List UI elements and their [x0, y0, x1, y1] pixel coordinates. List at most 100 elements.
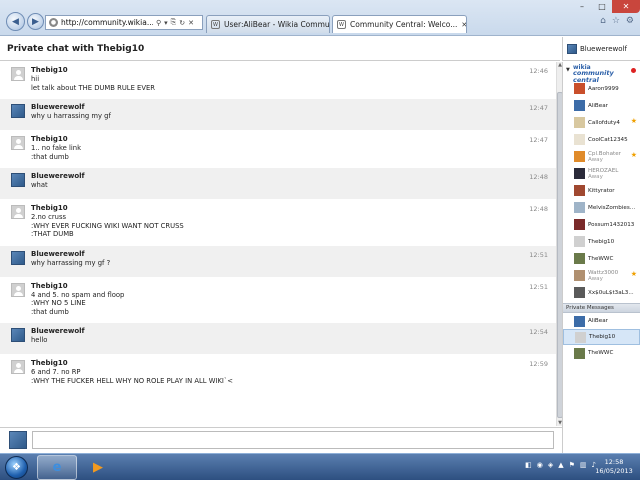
- message-list[interactable]: Thebig10 hii let talk about THE DUMB RULE …: [0, 62, 556, 426]
- message-author[interactable]: Bluewerewolf: [31, 326, 526, 336]
- chat-header: Private chat with Thebig10: [0, 37, 560, 61]
- maximize-button[interactable]: □: [592, 0, 612, 13]
- user-name: Aaron9999: [588, 86, 636, 92]
- chat-message-input[interactable]: [32, 431, 554, 449]
- avatar[interactable]: [11, 328, 25, 342]
- message-timestamp: 12:51: [529, 250, 548, 259]
- tab-favicon-icon: W: [337, 20, 346, 29]
- home-icon[interactable]: ⌂: [600, 16, 606, 26]
- tray-app-icon[interactable]: ◧: [525, 461, 532, 469]
- avatar[interactable]: [11, 250, 25, 265]
- message-author[interactable]: Thebig10: [31, 65, 526, 75]
- user-list-item[interactable]: MelvisZombies...: [563, 199, 640, 216]
- avatar: [574, 253, 585, 264]
- avatar[interactable]: [11, 67, 25, 81]
- avatar: [574, 151, 585, 162]
- user-list-item[interactable]: Xx$0uL$t3aL3...: [563, 284, 640, 301]
- user-name-text: Callofduty4: [588, 119, 620, 126]
- tab-community-central[interactable]: W Community Central: Welco... ✕: [332, 15, 467, 33]
- message-author[interactable]: Thebig10: [31, 203, 526, 213]
- private-message-item[interactable]: Thebig10: [563, 329, 640, 345]
- gear-icon[interactable]: ⚙: [626, 16, 634, 26]
- close-window-button[interactable]: ✕: [612, 0, 640, 13]
- avatar[interactable]: [11, 173, 25, 187]
- avatar[interactable]: [11, 205, 25, 219]
- dropdown-icon[interactable]: ▾: [164, 19, 168, 27]
- tab-title: Community Central: Welco...: [350, 20, 458, 29]
- user-name: CoolCat12345: [588, 137, 636, 143]
- user-name-text: HEROZAEL: [588, 167, 619, 174]
- avatar[interactable]: [11, 136, 25, 150]
- message-author[interactable]: Bluewerewolf: [31, 249, 526, 259]
- message-author[interactable]: Bluewerewolf: [31, 102, 526, 112]
- compatibility-icon[interactable]: ⎘: [171, 18, 177, 27]
- user-list-item[interactable]: Callofduty4 ★: [563, 114, 640, 131]
- private-message-item[interactable]: TheWWC: [563, 345, 640, 361]
- user-list-item[interactable]: Possum1432013: [563, 216, 640, 233]
- collapse-arrow-icon[interactable]: ▼: [566, 67, 570, 73]
- message-text: why u harrassing my gf: [31, 112, 111, 120]
- user-name: Thebig10: [588, 239, 636, 245]
- user-list-item[interactable]: AliBear: [563, 97, 640, 114]
- message-text: let talk about THE DUMB RULE EVER: [31, 83, 155, 92]
- user-name-text: Cpl.Bohater: [588, 150, 621, 157]
- user-list-item[interactable]: Cpl.Bohater Away ★: [563, 148, 640, 165]
- message-text: :that dumb: [31, 307, 69, 316]
- message-author[interactable]: Thebig10: [31, 281, 526, 291]
- search-icon[interactable]: ⚲: [156, 19, 161, 27]
- user-list-item[interactable]: Aaron9999: [563, 80, 640, 97]
- action-center-flag-icon[interactable]: ⚑: [569, 461, 575, 469]
- internet-explorer-taskbar-button[interactable]: e: [37, 455, 77, 480]
- user-list-item[interactable]: Kittyrator: [563, 182, 640, 199]
- taskbar-clock[interactable]: 12:58 16/05/2013: [594, 458, 634, 476]
- minimize-button[interactable]: –: [572, 0, 592, 13]
- avatar: [574, 315, 585, 327]
- message-author[interactable]: Bluewerewolf: [31, 171, 526, 181]
- tray-app-icon[interactable]: ◉: [537, 461, 543, 469]
- url-text: http://community.wikia....: [61, 18, 153, 27]
- user-list-item[interactable]: HEROZAEL Away: [563, 165, 640, 182]
- network-icon[interactable]: ▥: [580, 461, 587, 469]
- address-bar[interactable]: ● http://community.wikia.... ⚲ ▾ ⎘ ↻ ✕: [45, 15, 203, 30]
- show-hidden-icons-icon[interactable]: ▲: [558, 461, 563, 469]
- message-author[interactable]: Thebig10: [31, 134, 526, 144]
- user-list-item[interactable]: TheWWC: [563, 250, 640, 267]
- avatar: [574, 202, 585, 213]
- user-list-item[interactable]: CoolCat12345: [563, 131, 640, 148]
- notification-dot-icon: [631, 68, 636, 73]
- stop-icon[interactable]: ✕: [188, 19, 194, 27]
- forward-button[interactable]: ▶: [27, 13, 44, 30]
- tab-user-alibear[interactable]: W User:AliBear - Wikia Communi...: [206, 15, 330, 33]
- message-timestamp: 12:48: [529, 173, 548, 181]
- user-list-item[interactable]: Thebig10: [563, 233, 640, 250]
- media-player-taskbar-button[interactable]: ▶: [78, 455, 118, 480]
- start-button[interactable]: ❖: [5, 456, 28, 479]
- user-name: AliBear: [588, 103, 636, 109]
- current-user-header[interactable]: Bluewerewolf: [562, 37, 640, 61]
- user-name-text: Kittyrator: [588, 187, 615, 194]
- refresh-icon[interactable]: ↻: [179, 19, 185, 27]
- back-button[interactable]: ◀: [6, 12, 25, 31]
- message-timestamp: 12:51: [529, 282, 548, 291]
- message-text: 1.. no fake link: [31, 144, 82, 152]
- message-author[interactable]: Thebig10: [31, 358, 526, 368]
- favorites-star-icon[interactable]: ☆: [612, 16, 620, 26]
- community-central-logo[interactable]: ▼ wikia community central: [563, 62, 640, 84]
- tray-app-icon[interactable]: ◈: [548, 461, 553, 469]
- avatar[interactable]: [11, 282, 25, 297]
- tab-close-icon[interactable]: ✕: [461, 21, 466, 29]
- user-name-text: Possum1432013: [588, 221, 635, 228]
- avatar[interactable]: [11, 104, 25, 118]
- avatar[interactable]: [11, 360, 25, 374]
- user-name-text: Aaron9999: [588, 85, 619, 92]
- private-message-list: AliBear Thebig10 TheWWC: [563, 313, 640, 361]
- current-user-name: Bluewerewolf: [580, 44, 627, 53]
- tab-title: User:AliBear - Wikia Communi...: [224, 20, 330, 29]
- message-text: :WHY EVER FUCKING WIKI WANT NOT CRUSS: [31, 221, 184, 230]
- chat-message: Thebig10 hii let talk about THE DUMB RULE …: [0, 62, 556, 99]
- chat-message: Thebig10 2.no cruss:WHY EVER FUCKING WIKI…: [0, 200, 556, 246]
- private-message-item[interactable]: AliBear: [563, 313, 640, 329]
- user-name-text: Xx$0uL$t3aL3...: [588, 289, 634, 296]
- user-list-item[interactable]: Wattz3000 Away ★: [563, 267, 640, 284]
- chat-message: Thebig10 6 and 7. no RP:WHY THE FUCKER HE…: [0, 355, 556, 392]
